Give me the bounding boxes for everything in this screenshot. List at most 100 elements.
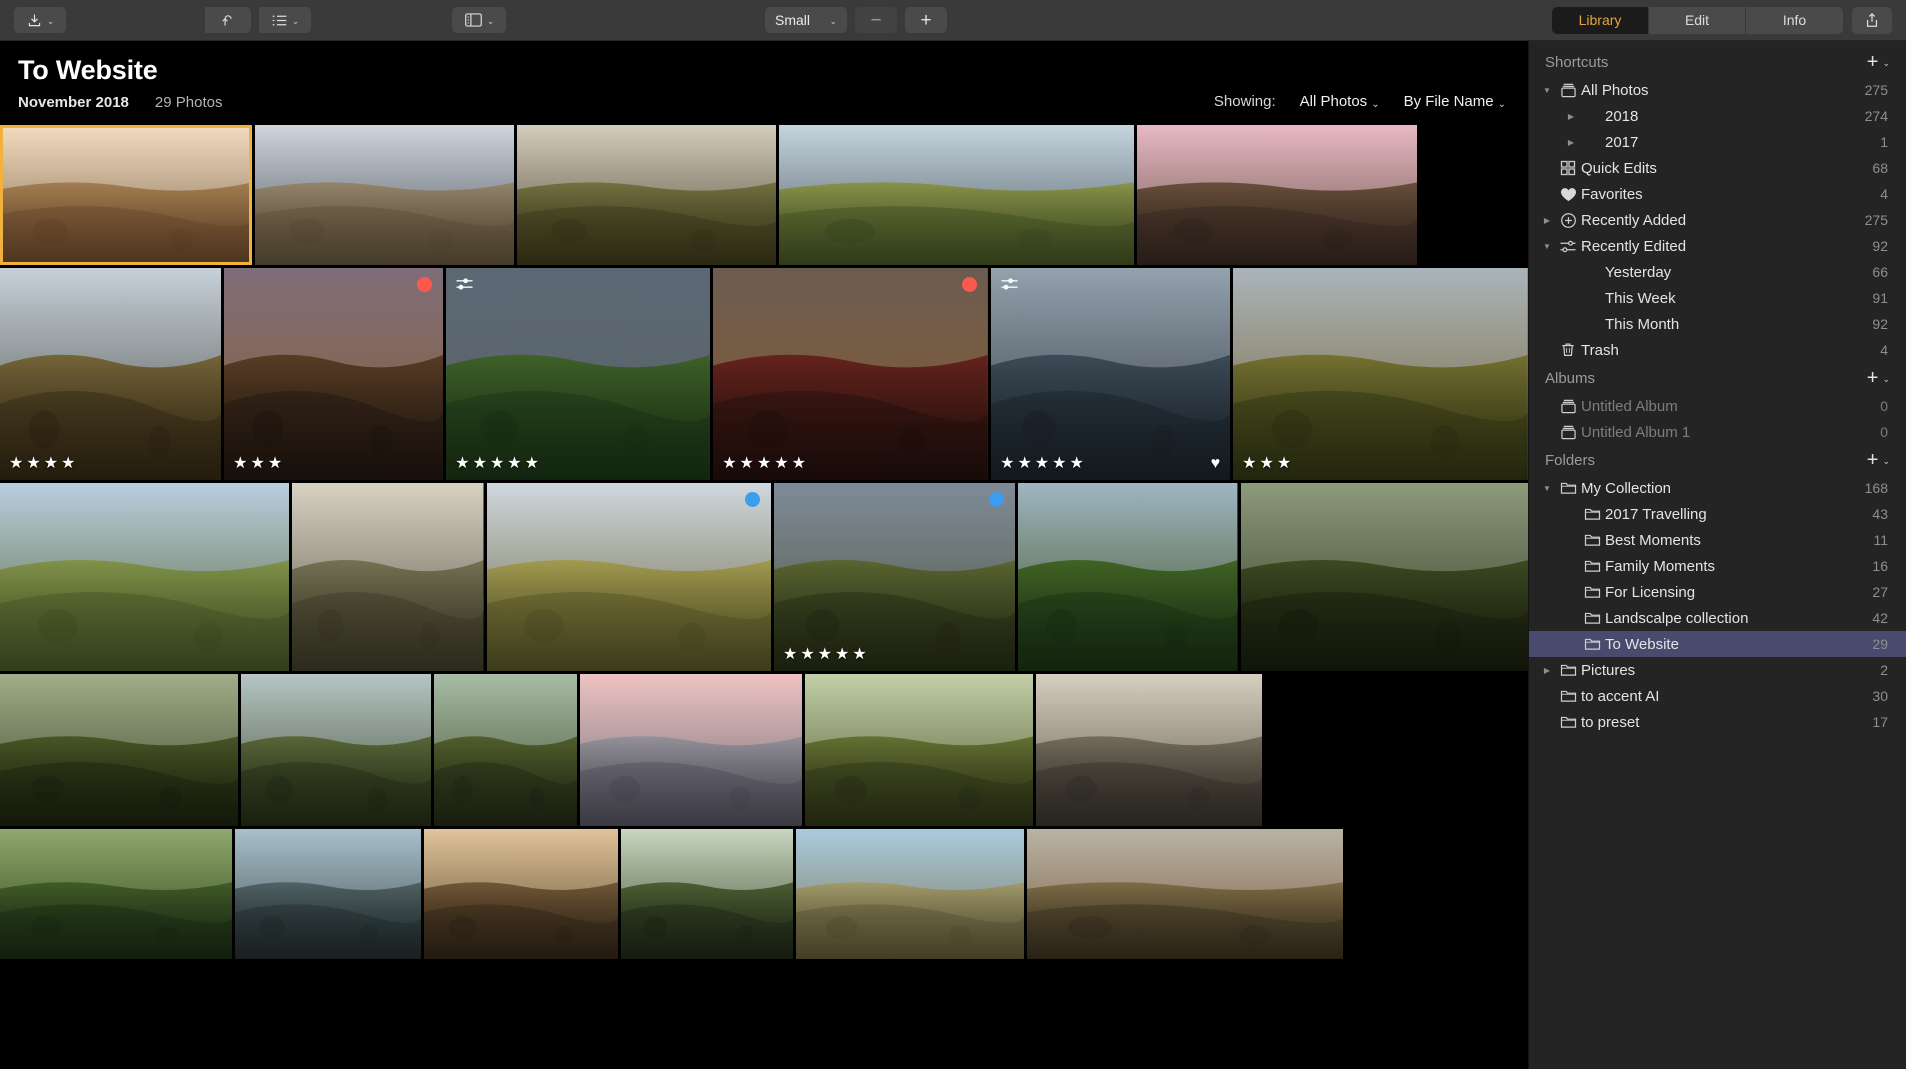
sidebar-item-quick-edits[interactable]: Quick Edits68 (1529, 155, 1906, 181)
photo-thumbnail[interactable]: ★★★★★ ♥ (991, 268, 1230, 480)
share-button[interactable] (1852, 7, 1892, 34)
tab-info[interactable]: Info (1746, 7, 1843, 34)
sidebar-item-2018[interactable]: ▶2018274 (1529, 103, 1906, 129)
tab-library[interactable]: Library (1552, 7, 1649, 34)
star-rating[interactable]: ★★★★★ (1000, 453, 1087, 473)
list-view-button[interactable]: ⌄ (259, 7, 311, 33)
panel-toggle-button[interactable]: ⌄ (452, 7, 506, 33)
star-rating[interactable]: ★★★★★ (783, 644, 870, 664)
app-body: To Website November 2018 29 Photos Showi… (0, 41, 1906, 1069)
photo-thumbnail[interactable] (487, 483, 771, 671)
sidebar-item-count: 66 (1872, 264, 1888, 280)
photo-thumbnail[interactable]: ★★★ (1233, 268, 1528, 480)
sidebar-item-landscalpe-collection[interactable]: Landscalpe collection42 (1529, 605, 1906, 631)
sidebar-item-trash[interactable]: Trash4 (1529, 337, 1906, 363)
sidebar-item-my-collection[interactable]: ▼My Collection168 (1529, 475, 1906, 501)
photo-thumbnail[interactable]: ★★★★★ (446, 268, 710, 480)
sidebar-item-to-preset[interactable]: to preset17 (1529, 709, 1906, 735)
photo-thumbnail[interactable] (1036, 674, 1262, 826)
photo-thumbnail[interactable] (424, 829, 618, 959)
photo-thumbnail[interactable] (796, 829, 1024, 959)
photo-thumbnail[interactable] (779, 125, 1134, 265)
sidebar-item-all-photos[interactable]: ▼All Photos275 (1529, 77, 1906, 103)
showing-value: All Photos (1300, 93, 1368, 110)
mode-tabs: Library Edit Info (1552, 7, 1843, 34)
sidebar-item-label: Best Moments (1605, 532, 1863, 549)
photo-thumbnail[interactable] (255, 125, 514, 265)
folder-icon (1579, 637, 1605, 651)
folder-icon (1579, 611, 1605, 625)
chevron-down-icon: ⌄ (47, 17, 55, 26)
disclosure-triangle-icon[interactable]: ▶ (1539, 216, 1555, 225)
sidebar-item-yesterday[interactable]: Yesterday66 (1529, 259, 1906, 285)
star-rating[interactable]: ★★★ (1242, 453, 1294, 473)
thumbnail-grid[interactable]: ★★★★ ★★★ (0, 125, 1528, 1069)
disclosure-triangle-icon[interactable]: ▼ (1539, 86, 1555, 95)
rotate-button[interactable] (205, 7, 251, 33)
photo-thumbnail[interactable] (241, 674, 431, 826)
sidebar-item-pictures[interactable]: ▶Pictures2 (1529, 657, 1906, 683)
photo-thumbnail[interactable]: ★★★ (224, 268, 443, 480)
disclosure-triangle-icon[interactable]: ▶ (1563, 138, 1579, 147)
sidebar-item-count: 274 (1865, 108, 1888, 124)
star-rating[interactable]: ★★★ (233, 453, 285, 473)
photo-thumbnail[interactable] (1137, 125, 1417, 265)
sidebar-item-label: Quick Edits (1581, 160, 1862, 177)
sidebar-item-recently-edited[interactable]: ▼Recently Edited92 (1529, 233, 1906, 259)
disclosure-triangle-icon[interactable]: ▶ (1563, 112, 1579, 121)
star-rating[interactable]: ★★★★★ (722, 453, 809, 473)
photo-thumbnail[interactable] (621, 829, 793, 959)
zoom-in-button[interactable]: + (905, 7, 947, 33)
photo-thumbnail[interactable] (580, 674, 802, 826)
sidebar-item-favorites[interactable]: Favorites4 (1529, 181, 1906, 207)
photo-thumbnail[interactable] (1241, 483, 1528, 671)
sidebar-item-untitled-album-1[interactable]: Untitled Album 10 (1529, 419, 1906, 445)
photo-thumbnail[interactable] (517, 125, 776, 265)
sidebar-item-2017[interactable]: ▶20171 (1529, 129, 1906, 155)
photo-thumbnail[interactable]: ★★★★★ (713, 268, 988, 480)
sidebar-item-to-accent-ai[interactable]: to accent AI30 (1529, 683, 1906, 709)
sidebar-item-untitled-album[interactable]: Untitled Album0 (1529, 393, 1906, 419)
star-rating[interactable]: ★★★★ (9, 453, 78, 473)
photo-thumbnail[interactable] (805, 674, 1033, 826)
sidebar-item-2017-travelling[interactable]: 2017 Travelling43 (1529, 501, 1906, 527)
color-label-blue-icon[interactable] (745, 492, 760, 507)
disclosure-triangle-icon[interactable]: ▼ (1539, 484, 1555, 493)
photo-thumbnail[interactable] (0, 483, 289, 671)
thumbnail-size-dropdown[interactable]: Small ⌄ (765, 7, 847, 33)
favorite-heart-icon[interactable]: ♥ (1211, 455, 1221, 473)
sort-dropdown[interactable]: By File Name ⌄ (1404, 93, 1506, 110)
photo-thumbnail[interactable] (235, 829, 421, 959)
sidebar-section-shortcuts: Shortcuts+⌄ (1529, 47, 1906, 77)
photo-thumbnail[interactable] (1018, 483, 1237, 671)
sidebar-item-for-licensing[interactable]: For Licensing27 (1529, 579, 1906, 605)
sidebar-item-family-moments[interactable]: Family Moments16 (1529, 553, 1906, 579)
photo-thumbnail[interactable] (0, 674, 238, 826)
photo-thumbnail[interactable]: ★★★★ (0, 268, 221, 480)
star-rating[interactable]: ★★★★★ (455, 453, 542, 473)
sidebar-item-to-website[interactable]: To Website29 (1529, 631, 1906, 657)
sidebar-item-this-week[interactable]: This Week91 (1529, 285, 1906, 311)
photo-thumbnail[interactable] (434, 674, 577, 826)
zoom-out-button[interactable]: − (855, 7, 897, 33)
add-shortcuts-button[interactable]: +⌄ (1867, 52, 1890, 72)
add-folders-button[interactable]: +⌄ (1867, 450, 1890, 470)
showing-dropdown[interactable]: All Photos ⌄ (1300, 93, 1380, 110)
library-sidebar[interactable]: Shortcuts+⌄▼All Photos275▶2018274▶20171Q… (1528, 41, 1906, 1069)
photo-thumbnail[interactable] (292, 483, 484, 671)
photo-thumbnail[interactable] (0, 829, 232, 959)
photo-thumbnail[interactable]: ★★★★★ (774, 483, 1015, 671)
import-button[interactable]: ⌄ (14, 7, 66, 33)
tab-edit[interactable]: Edit (1649, 7, 1746, 34)
disclosure-triangle-icon[interactable]: ▼ (1539, 242, 1555, 251)
folder-icon (1555, 663, 1581, 677)
add-albums-button[interactable]: +⌄ (1867, 368, 1890, 388)
sidebar-item-this-month[interactable]: This Month92 (1529, 311, 1906, 337)
disclosure-triangle-icon[interactable]: ▶ (1539, 666, 1555, 675)
sidebar-item-recently-added[interactable]: ▶Recently Added275 (1529, 207, 1906, 233)
sidebar-item-count: 4 (1880, 342, 1888, 358)
album-box-icon (1555, 399, 1581, 414)
sidebar-item-best-moments[interactable]: Best Moments11 (1529, 527, 1906, 553)
photo-thumbnail[interactable] (1027, 829, 1343, 959)
photo-thumbnail[interactable] (0, 125, 252, 265)
